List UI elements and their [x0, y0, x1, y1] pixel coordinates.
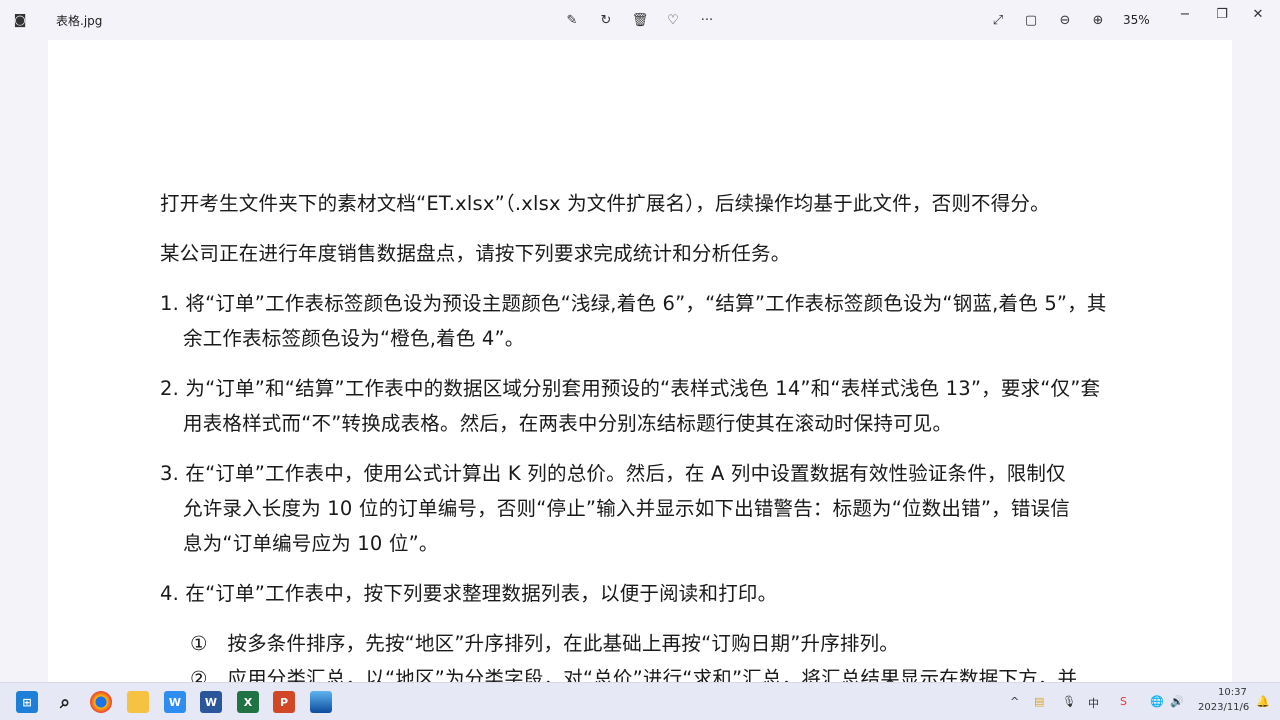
excel-icon[interactable]: X [237, 691, 259, 713]
task-3-cont: 允许录入长度为 10 位的订单编号，否则“停止”输入并显示如下出错警告：标题为“… [183, 497, 1070, 520]
task-4: 4. 在“订单”工作表中，按下列要求整理数据列表，以便于阅读和打印。 [160, 582, 778, 605]
zoom-out-icon[interactable]: ⊖ [1055, 10, 1075, 30]
taskbar: ⊞ ⌕ W W X P ^ ▤ 🎙 中 S 🌐 🔊 10:37 2023/11/… [0, 682, 1280, 720]
task-3: 3. 在“订单”工作表中，使用公式计算出 K 列的总价。然后，在 A 列中设置数… [160, 462, 1066, 485]
task-4-sub-2: ② 应用分类汇总，以“地区”为分类字段，对“总价”进行“求和”汇总，将汇总结果显… [190, 667, 1078, 682]
task-2-cont: 用表格样式而“不”转换成表格。然后，在两表中分别冻结标题行使其在滚动时保持可见。 [183, 412, 953, 435]
clock-date[interactable]: 2023/11/6 [1198, 702, 1249, 713]
zoom-in-icon[interactable]: ⊕ [1088, 10, 1108, 30]
photos-app-icon: ◙ [13, 12, 27, 28]
show-hidden-icons[interactable]: ^ [1010, 695, 1019, 708]
task-2: 2. 为“订单”和“结算”工作表中的数据区域分别套用预设的“表样式浅色 14”和… [160, 377, 1101, 400]
search-icon[interactable]: ⌕ [54, 691, 76, 713]
restore-button[interactable]: ❐ [1212, 4, 1232, 24]
wps-icon[interactable]: W [164, 691, 186, 713]
powerpoint-icon[interactable]: P [273, 691, 295, 713]
minimize-button[interactable]: − [1175, 4, 1195, 24]
task-1-cont: 余工作表标签颜色设为“橙色,着色 4”。 [183, 327, 525, 350]
delete-icon[interactable]: 🗑 [630, 10, 650, 30]
file-explorer-icon[interactable] [127, 691, 149, 713]
word-icon[interactable]: W [200, 691, 222, 713]
volume-icon[interactable]: 🔊 [1170, 695, 1184, 708]
ime-indicator[interactable]: 中 [1088, 695, 1099, 711]
task-3-cont: 息为“订单编号应为 10 位”。 [183, 532, 439, 555]
chrome-icon[interactable] [90, 691, 112, 713]
start-icon[interactable]: ⊞ [16, 691, 38, 713]
close-button[interactable]: ✕ [1248, 4, 1268, 24]
more-icon[interactable]: ··· [697, 10, 717, 30]
tray-app-icon[interactable]: ▤ [1034, 695, 1044, 708]
network-icon[interactable]: 🌐 [1150, 695, 1164, 708]
task-4-sub-1: ① 按多条件排序，先按“地区”升序排列，在此基础上再按“订购日期”升序排列。 [190, 632, 899, 655]
photos-icon[interactable] [310, 691, 332, 713]
favorite-icon[interactable]: ♡ [663, 10, 683, 30]
zoom-level[interactable]: 35% [1123, 10, 1150, 30]
fit-icon[interactable]: ▢ [1021, 10, 1041, 30]
edit-image-icon[interactable]: ✎ [562, 10, 582, 30]
clock-time[interactable]: 10:37 [1218, 687, 1247, 698]
title-bar: ◙ 表格.jpg ✎ ↻ 🗑 ♡ ··· ⤢ ▢ ⊖ ⊕ 35% − ❐ ✕ [0, 0, 1280, 40]
notification-icon[interactable]: 🔔 [1256, 695, 1270, 708]
microphone-icon[interactable]: 🎙 [1062, 695, 1076, 708]
fullscreen-icon[interactable]: ⤢ [988, 10, 1008, 30]
sogou-icon[interactable]: S [1120, 695, 1127, 708]
intro-line: 打开考生文件夹下的素材文档“ET.xlsx”（.xlsx 为文件扩展名），后续操… [160, 192, 1050, 215]
rotate-icon[interactable]: ↻ [596, 10, 616, 30]
task-1: 1. 将“订单”工作表标签颜色设为预设主题颜色“浅绿,着色 6”，“结算”工作表… [160, 292, 1107, 315]
file-title: 表格.jpg [56, 13, 103, 28]
intro-line: 某公司正在进行年度销售数据盘点，请按下列要求完成统计和分析任务。 [160, 242, 791, 265]
image-viewer-canvas: 打开考生文件夹下的素材文档“ET.xlsx”（.xlsx 为文件扩展名），后续操… [48, 40, 1232, 682]
